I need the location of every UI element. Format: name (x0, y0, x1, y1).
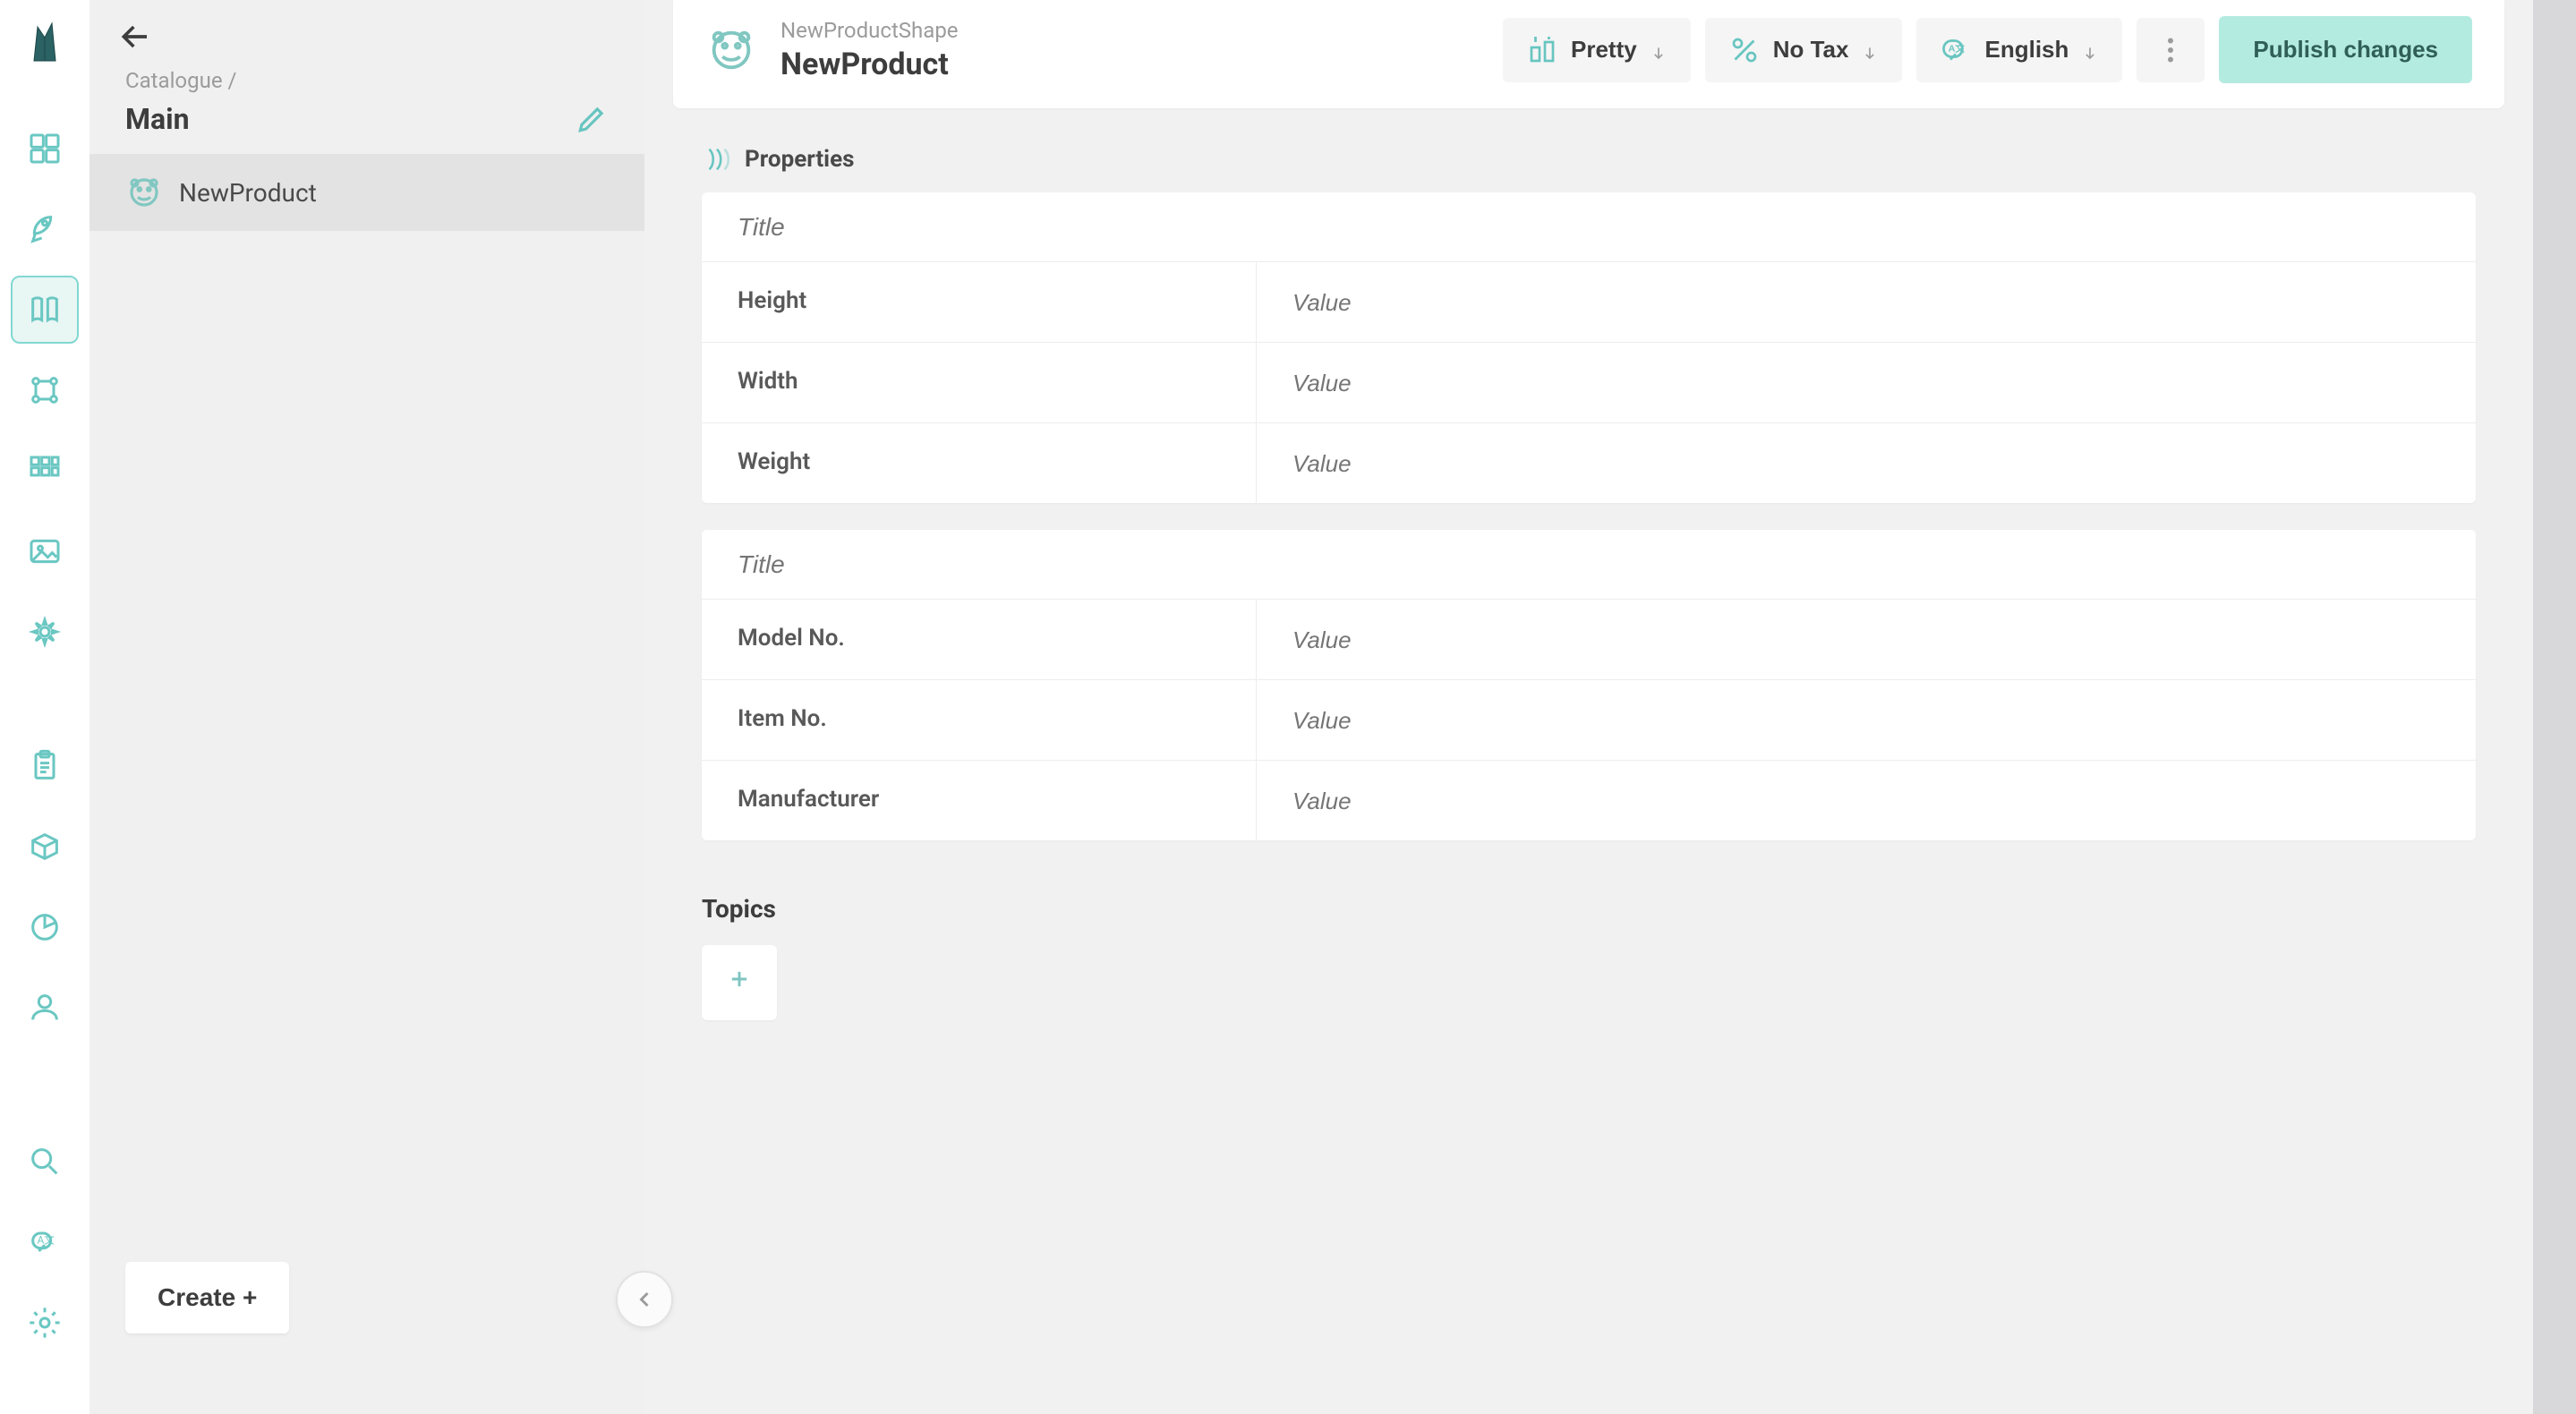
tree-title: Main (125, 102, 190, 136)
product-header: NewProductShape NewProduct Pretty No Tax (673, 0, 2504, 108)
tax-label: No Tax (1773, 36, 1849, 64)
property-value-input[interactable] (1292, 626, 2440, 654)
percent-icon (1728, 34, 1761, 66)
shape-name: NewProductShape (780, 18, 1503, 43)
property-value-cell (1257, 343, 2476, 422)
svg-text:A文: A文 (38, 1234, 55, 1247)
tree-panel: Catalogue / Main NewProduct Create + (90, 0, 644, 1414)
box-icon[interactable] (11, 813, 79, 881)
clipboard-icon[interactable] (11, 732, 79, 800)
dashboard-icon[interactable] (11, 115, 79, 183)
property-row: Width (702, 343, 2476, 423)
property-group-title-row (702, 192, 2476, 262)
image-icon[interactable] (11, 517, 79, 585)
breadcrumb[interactable]: Catalogue / (125, 68, 609, 93)
create-button[interactable]: Create + (125, 1262, 289, 1333)
property-value-input[interactable] (1292, 450, 2440, 478)
property-key: Height (702, 262, 1257, 342)
property-value-cell (1257, 423, 2476, 503)
plus-icon (727, 967, 752, 999)
app-logo (23, 21, 66, 64)
settings-icon[interactable] (11, 1289, 79, 1357)
product-icon (125, 174, 163, 211)
edit-icon[interactable] (575, 102, 609, 136)
property-row: Height (702, 262, 2476, 343)
tax-selector[interactable]: No Tax (1705, 18, 1903, 82)
properties-label: Properties (745, 146, 854, 173)
rocket-icon[interactable] (11, 195, 79, 263)
property-value-input[interactable] (1292, 788, 2440, 815)
property-value-cell (1257, 680, 2476, 760)
chevron-down-icon (1650, 41, 1668, 59)
gear-flower-icon[interactable] (11, 598, 79, 666)
template-selector[interactable]: Pretty (1503, 18, 1691, 82)
property-key: Model No. (702, 600, 1257, 679)
window-edge (2533, 0, 2576, 1414)
property-row: Weight (702, 423, 2476, 503)
product-name: NewProduct (780, 47, 1503, 82)
property-row: Model No. (702, 600, 2476, 680)
tree-item-newproduct[interactable]: NewProduct (90, 154, 644, 231)
language-label: English (1984, 36, 2068, 64)
property-key: Width (702, 343, 1257, 422)
language-rail-icon[interactable]: A文 (11, 1208, 79, 1276)
grid-icon[interactable] (11, 437, 79, 505)
property-group: Model No. Item No. Manufacturer (702, 530, 2476, 840)
graph-icon[interactable] (11, 356, 79, 424)
template-icon (1526, 34, 1558, 66)
product-header-icon (705, 24, 757, 76)
property-group-title-input[interactable] (738, 550, 2440, 579)
collapse-panel-icon[interactable] (616, 1271, 673, 1328)
search-icon[interactable] (11, 1128, 79, 1196)
property-key: Item No. (702, 680, 1257, 760)
property-group-title-row (702, 530, 2476, 600)
header-toolbar: Pretty No Tax A文 English (1503, 16, 2472, 83)
property-row: Item No. (702, 680, 2476, 761)
catalogue-icon[interactable] (11, 276, 79, 344)
property-group-title-input[interactable] (738, 213, 2440, 242)
properties-icon (702, 144, 732, 175)
pie-icon[interactable] (11, 893, 79, 961)
more-vertical-icon (2154, 34, 2187, 66)
publish-button[interactable]: Publish changes (2219, 16, 2472, 83)
property-value-cell (1257, 262, 2476, 342)
property-value-input[interactable] (1292, 289, 2440, 317)
template-label: Pretty (1571, 36, 1637, 64)
main-content: NewProductShape NewProduct Pretty No Tax (644, 0, 2533, 1414)
property-value-input[interactable] (1292, 370, 2440, 397)
icon-rail: A文 (0, 0, 90, 1414)
language-icon: A文 (1940, 34, 1972, 66)
chevron-down-icon (1861, 41, 1879, 59)
language-selector[interactable]: A文 English (1916, 18, 2122, 82)
svg-text:A文: A文 (1949, 42, 1966, 54)
property-value-cell (1257, 761, 2476, 840)
property-value-cell (1257, 600, 2476, 679)
add-topic-button[interactable] (702, 945, 777, 1020)
property-value-input[interactable] (1292, 707, 2440, 735)
more-menu-button[interactable] (2137, 18, 2205, 82)
property-key: Weight (702, 423, 1257, 503)
topics-title: Topics (702, 894, 2476, 924)
tree-item-label: NewProduct (179, 178, 317, 208)
property-row: Manufacturer (702, 761, 2476, 840)
content-body: Properties Height Width Weight (644, 108, 2533, 1414)
property-group: Height Width Weight (702, 192, 2476, 503)
header-titles: NewProductShape NewProduct (780, 18, 1503, 82)
property-key: Manufacturer (702, 761, 1257, 840)
tree-header: Catalogue / Main (90, 0, 644, 154)
properties-section-header: Properties (702, 144, 2476, 175)
back-arrow-icon[interactable] (116, 16, 158, 57)
chevron-down-icon (2081, 41, 2099, 59)
user-icon[interactable] (11, 974, 79, 1042)
